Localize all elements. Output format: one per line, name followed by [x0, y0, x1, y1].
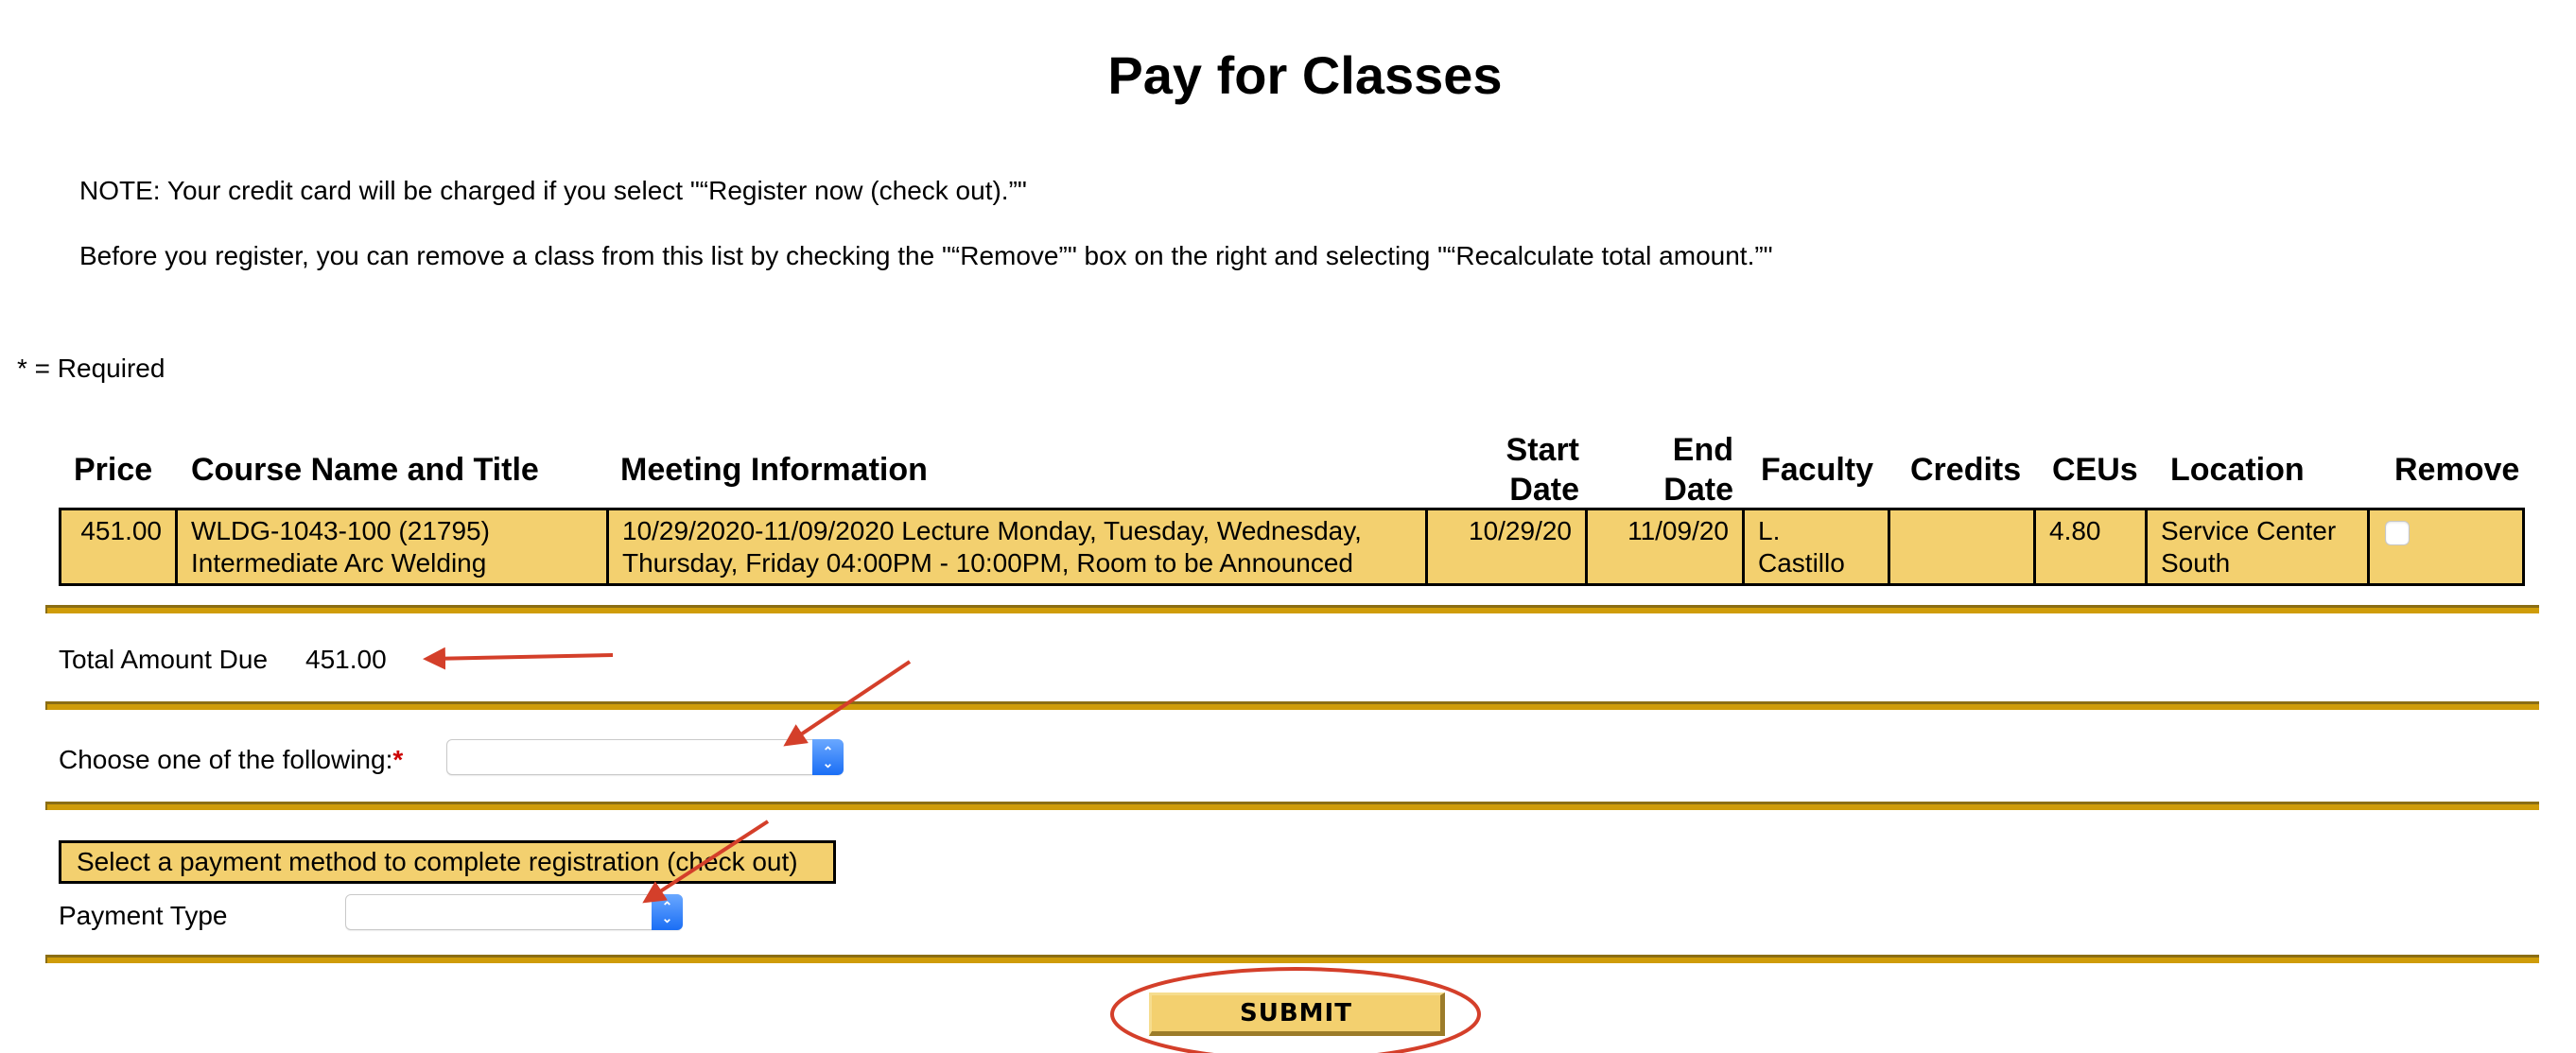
cell-remove — [2367, 508, 2525, 586]
required-legend: * = Required — [17, 354, 165, 383]
classes-table: 451.00 WLDG-1043-100 (21795) Intermediat… — [59, 508, 2525, 586]
cell-end-date: 11/09/20 — [1585, 508, 1745, 586]
course-code: WLDG-1043-100 (21795) — [191, 516, 490, 545]
choose-option-select[interactable]: ⌃ ⌄ — [446, 739, 844, 775]
table-row: 451.00 WLDG-1043-100 (21795) Intermediat… — [59, 508, 2525, 586]
payment-method-heading: Select a payment method to complete regi… — [59, 840, 836, 884]
cell-course: WLDG-1043-100 (21795) Intermediate Arc W… — [175, 508, 609, 586]
select-stepper-icon: ⌃ ⌄ — [652, 894, 683, 930]
cell-start-date: 10/29/20 — [1425, 508, 1588, 586]
section-divider — [45, 802, 2539, 810]
annotation-arrow-total — [423, 647, 614, 670]
section-divider — [45, 701, 2539, 710]
total-amount-label: Total Amount Due — [59, 645, 269, 674]
select-stepper-icon: ⌃ ⌄ — [812, 739, 844, 775]
remove-checkbox[interactable] — [2385, 521, 2410, 545]
header-course: Course Name and Title — [191, 452, 539, 488]
cell-price: 451.00 — [59, 508, 178, 586]
cell-location: Service Center South — [2145, 508, 2370, 586]
page-title: Pay for Classes — [1107, 45, 1503, 105]
note-remove-class: Before you register, you can remove a cl… — [79, 241, 1773, 270]
header-location: Location — [2170, 452, 2305, 488]
required-asterisk: * — [392, 745, 404, 774]
submit-button[interactable]: SUBMIT — [1149, 993, 1445, 1036]
cell-credits — [1888, 508, 2036, 586]
header-credits: Credits — [1910, 452, 2022, 488]
header-price: Price — [74, 452, 153, 488]
header-remove: Remove — [2394, 452, 2520, 488]
header-faculty: Faculty — [1761, 452, 1874, 488]
cell-faculty: L. Castillo — [1742, 508, 1890, 586]
choose-option-label: Choose one of the following:* — [59, 745, 404, 774]
header-meeting: Meeting Information — [620, 452, 928, 488]
payment-type-label: Payment Type — [59, 901, 228, 930]
total-amount-value: 451.00 — [305, 645, 387, 674]
cell-ceus: 4.80 — [2033, 508, 2148, 586]
section-divider — [45, 605, 2539, 613]
header-ceus: CEUs — [2052, 452, 2138, 488]
header-start-date: Start Date — [1506, 432, 1579, 508]
course-title: Intermediate Arc Welding — [191, 548, 487, 578]
payment-type-select[interactable]: ⌃ ⌄ — [345, 894, 683, 930]
note-credit-card: NOTE: Your credit card will be charged i… — [79, 176, 1027, 205]
header-end-date: End Date — [1663, 432, 1733, 508]
section-divider — [45, 955, 2539, 963]
cell-meeting: 10/29/2020-11/09/2020 Lecture Monday, Tu… — [606, 508, 1428, 586]
